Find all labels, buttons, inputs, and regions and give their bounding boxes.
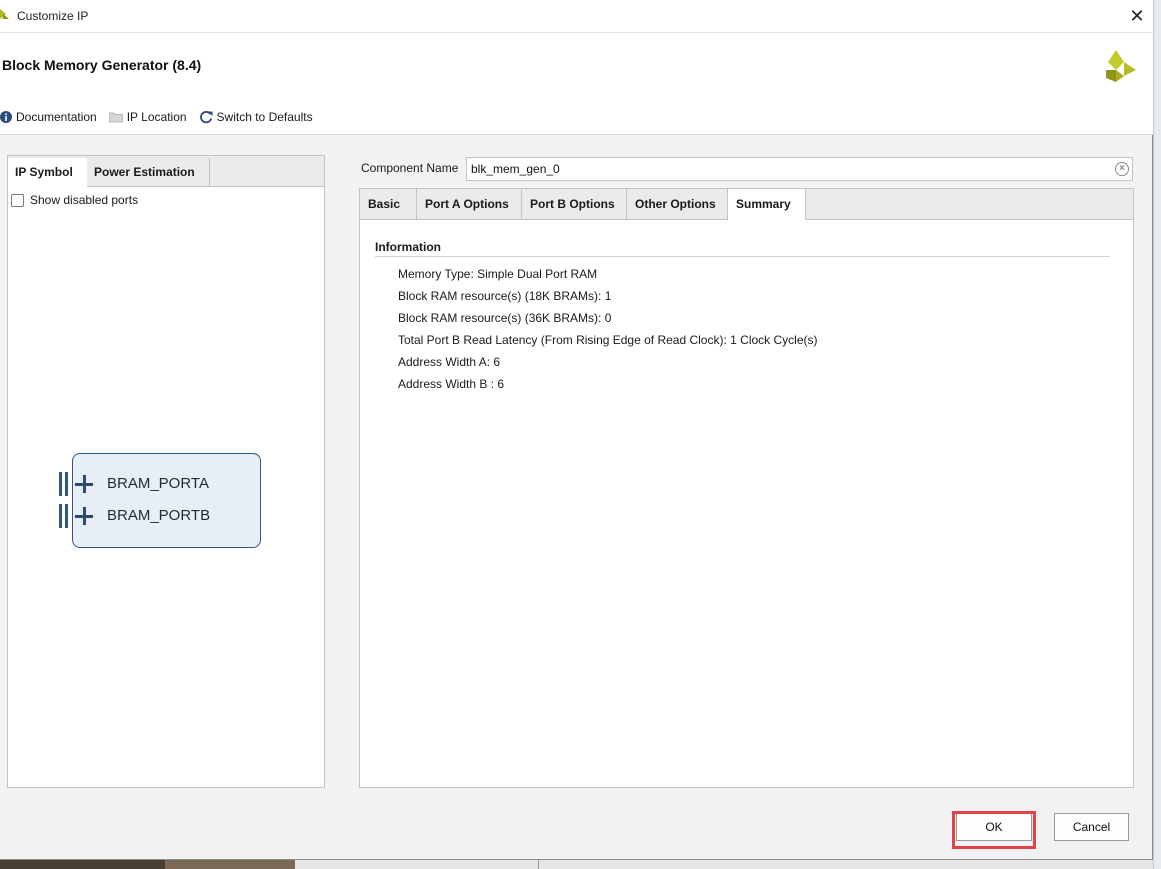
component-name-label: Component Name — [361, 161, 459, 175]
tab-power-estimation[interactable]: Power Estimation — [87, 158, 210, 187]
summary-list: Memory Type: Simple Dual Port RAM Block … — [398, 266, 818, 398]
bus-connector-icon — [59, 472, 69, 496]
bus-connector-icon — [59, 504, 69, 528]
configuration-panel: Basic Port A Options Port B Options Othe… — [359, 188, 1134, 788]
config-tab-bar: Basic Port A Options Port B Options Othe… — [360, 189, 1133, 220]
window-title: Customize IP — [17, 9, 89, 23]
summary-item: Block RAM resource(s) (36K BRAMs): 0 — [398, 311, 612, 325]
summary-item: Block RAM resource(s) (18K BRAMs): 1 — [398, 289, 612, 303]
clear-input-icon[interactable]: × — [1115, 162, 1129, 176]
ip-symbol-block — [72, 453, 261, 548]
tab-other-options[interactable]: Other Options — [627, 189, 728, 220]
summary-item: Memory Type: Simple Dual Port RAM — [398, 267, 598, 281]
ip-location-label: IP Location — [126, 110, 187, 124]
info-icon — [0, 111, 12, 123]
vivado-app-icon — [0, 9, 9, 19]
port-name: BRAM_PORTB — [107, 507, 211, 524]
switch-to-defaults-button[interactable]: Switch to Defaults — [199, 110, 313, 124]
switch-to-defaults-label: Switch to Defaults — [216, 110, 313, 124]
ip-name-heading: Block Memory Generator (8.4) — [2, 57, 202, 73]
port-bram-portb: BRAM_PORTB — [59, 504, 219, 528]
port-name: BRAM_PORTA — [107, 475, 209, 492]
dialog-header: Block Memory Generator (8.4) Documentati… — [0, 33, 1153, 135]
cancel-button[interactable]: Cancel — [1054, 813, 1129, 841]
summary-item: Total Port B Read Latency (From Rising E… — [398, 333, 818, 347]
ip-symbol-panel: IP Symbol Power Estimation Show disabled… — [7, 155, 325, 788]
tab-port-a-options[interactable]: Port A Options — [417, 189, 522, 220]
tab-summary[interactable]: Summary — [728, 189, 806, 220]
summary-item: Address Width A: 6 — [398, 355, 501, 369]
information-heading: Information — [375, 240, 441, 254]
documentation-label: Documentation — [16, 110, 97, 124]
documentation-button[interactable]: Documentation — [0, 110, 97, 124]
ip-location-button[interactable]: IP Location — [108, 110, 187, 124]
section-divider — [375, 256, 1110, 257]
show-disabled-ports-label: Show disabled ports — [30, 193, 139, 207]
component-name-input[interactable] — [466, 157, 1133, 181]
tab-port-b-options[interactable]: Port B Options — [522, 189, 627, 220]
xilinx-logo — [1106, 50, 1136, 82]
expand-port-b-icon[interactable] — [75, 507, 93, 525]
background-window-edge — [1153, 0, 1161, 869]
tab-basic[interactable]: Basic — [360, 189, 417, 220]
ok-button-highlight — [952, 811, 1036, 849]
close-button[interactable]: ✕ — [1124, 4, 1150, 28]
background-window-bottom — [0, 860, 1153, 869]
folder-icon — [108, 112, 123, 123]
customize-ip-dialog: Customize IP ✕ Block Memory Generator (8… — [0, 0, 1153, 860]
background-image-fragment — [165, 860, 295, 869]
summary-item: Address Width B : 6 — [398, 377, 505, 391]
expand-port-a-icon[interactable] — [75, 475, 93, 493]
background-divider — [538, 860, 539, 869]
header-toolbar: Documentation IP Location Switch to Defa… — [0, 107, 325, 127]
close-icon: ✕ — [1129, 6, 1145, 26]
show-disabled-ports-checkbox[interactable] — [11, 193, 24, 207]
show-disabled-ports-row: Show disabled ports — [11, 193, 138, 207]
tab-ip-symbol[interactable]: IP Symbol — [8, 158, 87, 188]
title-bar: Customize IP ✕ — [0, 0, 1153, 33]
port-bram-porta: BRAM_PORTA — [59, 472, 219, 496]
refresh-icon — [199, 111, 213, 124]
left-tab-bar: IP Symbol Power Estimation — [8, 156, 324, 188]
